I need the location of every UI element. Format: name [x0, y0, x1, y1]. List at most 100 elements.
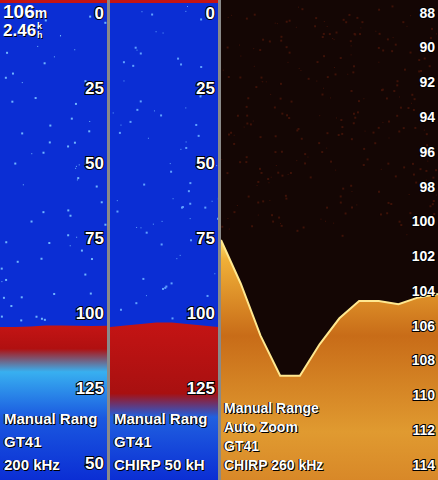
sonar-return — [77, 177, 79, 179]
sonar-return — [356, 204, 357, 205]
sonar-return — [330, 161, 332, 163]
sonar-return — [432, 203, 434, 205]
sonar-return — [333, 223, 334, 224]
sonar-return — [135, 47, 137, 49]
sonar-return — [91, 258, 93, 260]
sonar-return — [360, 27, 361, 28]
sonar-return — [375, 31, 376, 32]
sonar-return — [348, 14, 350, 16]
sonar-return — [31, 221, 33, 223]
sonar-return — [382, 122, 383, 123]
sonar-return — [345, 21, 347, 23]
sonar-return — [387, 163, 389, 165]
depth-tick: 108 — [412, 352, 436, 368]
sonar-return — [326, 132, 328, 134]
depth-tick: 112 — [412, 422, 435, 438]
sonar-return — [286, 114, 288, 116]
sonar-return — [96, 186, 98, 188]
sonar-return — [281, 151, 283, 153]
sonar-return — [275, 135, 277, 137]
sonar-return — [276, 165, 277, 166]
sonar-return — [351, 138, 353, 140]
sonar-return — [319, 115, 320, 116]
sonar-return — [259, 168, 261, 170]
surface-line — [110, 0, 218, 3]
sonar-return — [300, 70, 301, 71]
sonar-return — [354, 33, 356, 35]
sonar-return — [154, 110, 155, 111]
sonar-return — [378, 62, 379, 63]
panel-labels: Manual RangeAuto ZoomGT41CHIRP 260 kHz — [224, 399, 323, 475]
panel-label: GT41 — [114, 430, 207, 453]
sonar-return — [398, 131, 400, 133]
sonar-return — [240, 56, 241, 57]
sonar-return — [198, 135, 200, 137]
sonar-return — [67, 209, 69, 211]
sonar-return — [363, 164, 365, 166]
sonar-return — [322, 36, 324, 38]
depth-tick: 75 — [196, 229, 215, 248]
sonar-return — [151, 14, 153, 16]
sonar-return — [410, 52, 412, 54]
sonar-return — [382, 89, 384, 91]
sonar-return — [356, 17, 358, 19]
sonar-return — [161, 243, 163, 245]
sonar-return — [340, 202, 342, 204]
sonar-return — [188, 190, 190, 192]
sonar-panel: 0255075100125Manual RangGT41CHIRP 50 kH — [110, 0, 218, 480]
panel-labels: Manual RangGT41200 kHz — [4, 407, 97, 476]
sonar-return — [280, 98, 282, 100]
sonar-return — [74, 142, 76, 144]
sonar-return — [119, 132, 121, 134]
depth-tick: 75 — [85, 229, 104, 248]
sonar-return — [285, 198, 287, 200]
sonar-return — [104, 22, 106, 24]
sonar-return — [296, 160, 297, 161]
sonar-return — [378, 47, 380, 49]
sonar-return — [22, 82, 23, 83]
sonar-return — [286, 46, 288, 48]
sonar-return — [246, 156, 248, 158]
sonar-return — [301, 8, 303, 10]
sonar-return — [221, 159, 222, 160]
sonar-return — [233, 211, 235, 213]
sonar-return — [358, 100, 360, 102]
depth-tick: 104 — [412, 283, 436, 299]
sonar-return — [171, 282, 173, 284]
sonar-return — [262, 81, 263, 82]
sonar-return — [321, 94, 323, 96]
sonar-return — [41, 318, 43, 320]
sonar-return — [274, 106, 276, 108]
sonar-return — [123, 61, 125, 63]
sonar-return — [189, 182, 191, 184]
sonar-return — [3, 297, 5, 299]
sonar-return — [186, 141, 187, 142]
sonar-return — [49, 125, 51, 127]
sonar-return — [365, 131, 366, 132]
sonar-return — [301, 138, 303, 140]
sonar-return — [246, 106, 248, 108]
water-column — [110, 0, 218, 480]
sonar-return — [54, 56, 55, 57]
sonar-return — [258, 215, 259, 216]
sonar-return — [317, 61, 319, 63]
sonar-return — [378, 127, 380, 129]
sonar-return — [281, 225, 283, 227]
sonar-return — [396, 115, 398, 117]
sonar-return — [388, 202, 390, 204]
sonar-return — [353, 65, 355, 67]
sonar-return — [234, 135, 235, 136]
sonar-return — [380, 213, 382, 215]
sonar-return — [435, 169, 437, 171]
sonar-return — [351, 191, 352, 192]
sonar-return — [116, 211, 118, 213]
sonar-return — [411, 94, 413, 96]
sonar-return — [351, 54, 352, 55]
sonar-return — [277, 23, 278, 24]
depth-tick: 125 — [76, 379, 104, 398]
depth-tick: 102 — [412, 248, 436, 264]
sonar-return — [257, 181, 259, 183]
panel-label: Manual Rang — [114, 407, 207, 430]
sonar-return — [35, 316, 37, 318]
sonar-return — [244, 127, 245, 128]
